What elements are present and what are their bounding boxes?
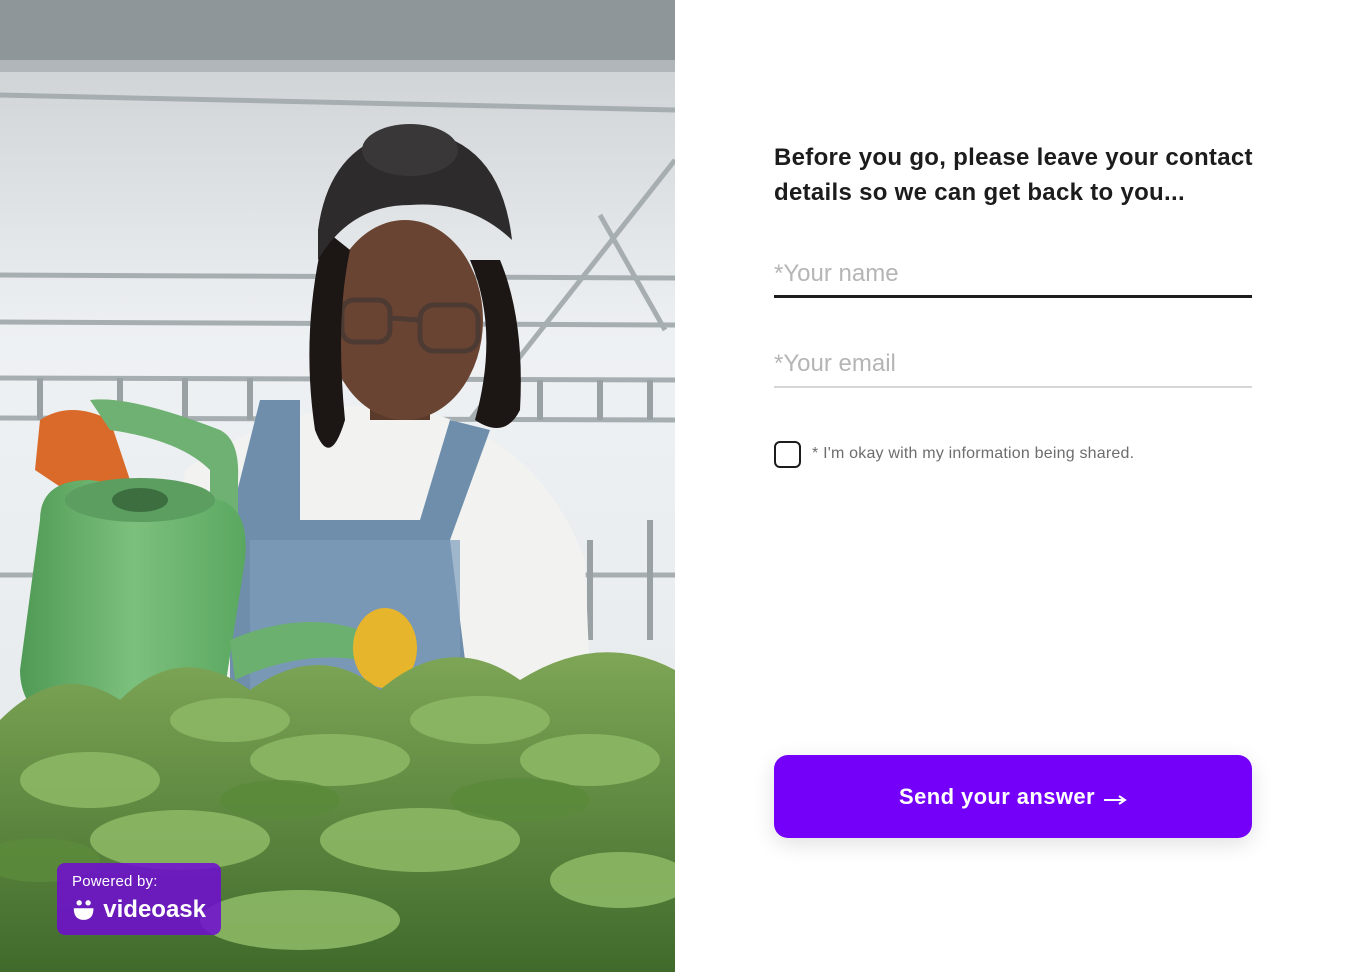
email-field[interactable] — [774, 342, 1252, 388]
send-answer-label: Send your answer — [899, 783, 1095, 809]
consent-checkbox[interactable] — [774, 441, 801, 468]
consent-row: * I'm okay with my information being sha… — [774, 439, 1134, 468]
brand-row: videoask — [72, 897, 206, 923]
name-field[interactable] — [774, 252, 1252, 298]
contact-form: Before you go, please leave your contact… — [675, 0, 1348, 972]
send-answer-button[interactable]: Send your answer — [774, 755, 1252, 838]
arrow-right-icon — [1103, 794, 1127, 805]
video-frame-image — [0, 0, 675, 972]
consent-label[interactable]: * I'm okay with my information being sha… — [812, 445, 1134, 463]
brand-name: videoask — [103, 896, 206, 923]
page: Powered by: videoask Before you go, plea… — [0, 0, 1348, 972]
powered-by-badge[interactable]: Powered by: videoask — [57, 863, 221, 935]
powered-by-label: Powered by: — [72, 873, 158, 890]
form-heading: Before you go, please leave your contact… — [774, 144, 1253, 206]
video-pane[interactable]: Powered by: videoask — [0, 0, 675, 972]
smiley-logo-icon — [73, 900, 94, 920]
